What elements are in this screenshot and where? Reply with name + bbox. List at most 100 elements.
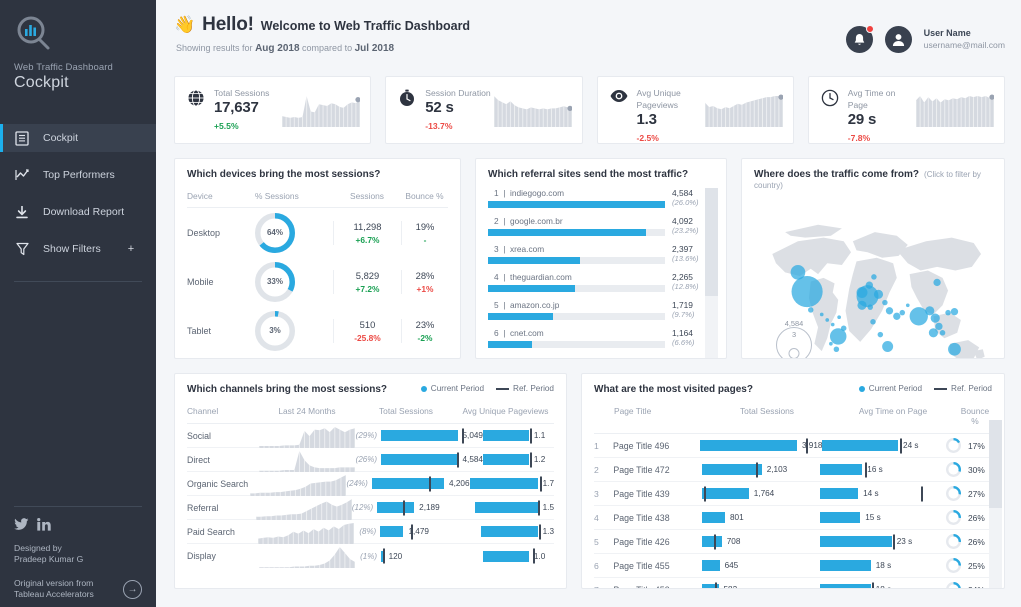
sidebar-item-top-performers[interactable]: Top Performers <box>0 161 156 189</box>
map-bubble[interactable] <box>935 322 943 331</box>
map-bubble[interactable] <box>808 307 814 313</box>
page-time-cell: 16 s <box>820 462 946 477</box>
map-bubble[interactable] <box>830 322 835 327</box>
map-bubble[interactable] <box>882 341 894 352</box>
report-icon <box>14 130 30 146</box>
map-bubble[interactable] <box>870 319 876 325</box>
page-title: Page Title 438 <box>613 512 670 523</box>
map-bubble[interactable] <box>893 312 901 320</box>
device-donut: 3% <box>255 310 333 351</box>
page-time-bar <box>820 512 861 523</box>
kpi-card[interactable]: Total Sessions 17,637 +5.5% <box>174 76 372 144</box>
page-sessions-value: 801 <box>729 513 744 522</box>
table-row[interactable]: 6 Page Title 455 645 18 s 25% <box>594 554 992 578</box>
map-bubble[interactable] <box>882 299 888 306</box>
channel-pct: (1%) <box>360 551 377 561</box>
map-bubble[interactable] <box>905 303 910 308</box>
list-item[interactable]: 4 | theguardian.com 2,265 (12.8%) <box>488 272 714 300</box>
table-row[interactable]: 2 Page Title 472 2,103 16 s 30% <box>594 458 992 482</box>
map-bubble[interactable] <box>829 328 847 345</box>
page-bounce-cell: 27% <box>946 485 992 502</box>
list-item[interactable]: 2 | google.com.br 4,092 (23.2%) <box>488 216 714 244</box>
table-row[interactable]: 3 Page Title 439 1,764 14 s 27% <box>594 482 992 506</box>
map-title-text: Where does the traffic come from? <box>754 169 920 180</box>
kpi-card[interactable]: Avg Time on Page 29 s -7.8% <box>807 76 1005 144</box>
map-bubble[interactable] <box>909 307 928 326</box>
map-bubble[interactable] <box>945 309 951 316</box>
page-index: 4 <box>594 512 599 523</box>
sidebar-item-show-filters[interactable]: Show Filters + <box>0 235 156 263</box>
map-bubble[interactable] <box>819 312 824 317</box>
table-row[interactable]: Social (29%) 5,049 1.1 <box>187 424 554 448</box>
map-bubble[interactable] <box>930 313 940 323</box>
table-row[interactable]: Mobile 33% 5,829 +7.2% 28% +1% <box>187 257 448 306</box>
device-bounce-cell: 28% +1% <box>401 269 448 294</box>
map-bubble[interactable] <box>867 304 873 310</box>
channel-sessions-cell: 120 <box>381 548 483 564</box>
referral-list: 1 | indiegogo.com 4,584 (26.0%) 2 | google.… <box>488 188 718 358</box>
table-row[interactable]: 1 Page Title 496 3,918 24 s 17% <box>594 434 992 458</box>
topbar: 👋 Hello! Welcome to Web Traffic Dashboar… <box>156 0 1021 76</box>
list-item[interactable]: 1 | indiegogo.com 4,584 (26.0%) <box>488 188 714 216</box>
world-map[interactable]: 3 Total Sessions 4,584 <box>754 197 992 358</box>
table-row[interactable]: 5 Page Title 426 708 23 s 26% <box>594 530 992 554</box>
ref-period-marker <box>865 462 868 477</box>
map-bubble[interactable] <box>925 306 935 316</box>
sidebar-item-download-report[interactable]: Download Report <box>0 198 156 226</box>
map-bubble[interactable] <box>871 274 877 280</box>
map-bubble[interactable] <box>885 307 894 315</box>
map-bubble[interactable] <box>825 318 830 322</box>
map-bubble[interactable] <box>950 308 959 316</box>
sidebar-item-cockpit[interactable]: Cockpit <box>0 124 156 152</box>
map-bubble[interactable] <box>877 331 884 338</box>
pages-scrollbar[interactable] <box>989 420 1002 588</box>
map-bubble[interactable] <box>791 276 823 308</box>
map-bubble[interactable] <box>857 300 867 310</box>
table-row[interactable]: Referral (12%) 2,189 1.5 <box>187 496 554 520</box>
table-row[interactable]: 7Page Title 453 582 18 s 24% <box>594 578 992 588</box>
linkedin-icon[interactable] <box>37 517 51 534</box>
table-row[interactable]: Direct (26%) 4,584 1.2 <box>187 448 554 472</box>
referral-track <box>488 201 665 208</box>
channel-sessions-cell: 1,479 <box>380 524 481 539</box>
kpi-card[interactable]: Session Duration 52 s -13.7% <box>385 76 583 144</box>
map-bubble[interactable] <box>873 289 884 299</box>
col-page-title: Page Title <box>614 406 652 416</box>
table-row[interactable]: Paid Search (8%) 1,479 1.3 <box>187 520 554 544</box>
referral-label: 5 | amazon.co.jp <box>494 300 560 310</box>
twitter-icon[interactable] <box>14 517 29 534</box>
table-row[interactable]: Display (1%) 120 1.0 <box>187 544 554 568</box>
table-row[interactable]: Desktop 64% 11,298 +6.7% 19% - <box>187 208 448 257</box>
table-row[interactable]: 4 Page Title 438 801 15 s 26% <box>594 506 992 530</box>
map-bubble[interactable] <box>928 328 938 338</box>
list-item[interactable]: 6 | cnet.com 1,164 (6.6%) <box>488 328 714 356</box>
bottom-row: Which channels bring the most sessions? … <box>156 359 1021 589</box>
referral-scrollbar[interactable] <box>705 188 718 358</box>
table-row[interactable]: Organic Search (24%) 4,206 1.7 <box>187 472 554 496</box>
table-row[interactable]: Tablet 3% 510 -25.8% 23% -2% <box>187 306 448 355</box>
notifications-button[interactable] <box>845 25 874 53</box>
scrollbar-thumb[interactable] <box>705 188 718 296</box>
expand-filters-icon[interactable]: + <box>128 243 134 255</box>
device-bounce: 19% <box>415 220 435 232</box>
avatar[interactable] <box>884 26 912 53</box>
channel-pageviews-cell: 1.2 <box>483 452 554 467</box>
list-item[interactable]: 3 | xrea.com 2,397 (13.6%) <box>488 244 714 272</box>
map-bubble[interactable] <box>948 342 961 356</box>
map-bubble[interactable] <box>833 346 840 352</box>
scrollbar-thumb[interactable] <box>989 420 1002 508</box>
map-bubble[interactable] <box>837 315 841 320</box>
map-bubble[interactable] <box>899 309 906 316</box>
channel-sessions-bar <box>381 430 458 441</box>
map-bubble[interactable] <box>829 341 833 346</box>
list-item[interactable]: 5 | amazon.co.jp 1,719 (9.7%) <box>488 300 714 328</box>
col-total-sessions: Total Sessions <box>379 406 433 416</box>
kpi-card[interactable]: Avg Unique Pageviews 1.3 -2.5% <box>596 76 794 144</box>
page-title: Page Title 455 <box>613 560 670 571</box>
arrow-right-icon[interactable]: → <box>123 579 142 599</box>
map-bubble[interactable] <box>933 278 941 287</box>
map-bubble[interactable] <box>939 330 946 336</box>
device-sessions-cell: 510 -25.8% <box>333 318 401 343</box>
device-sessions-delta: -25.8% <box>354 332 381 343</box>
channel-pageviews-value: 1.3 <box>542 527 554 536</box>
